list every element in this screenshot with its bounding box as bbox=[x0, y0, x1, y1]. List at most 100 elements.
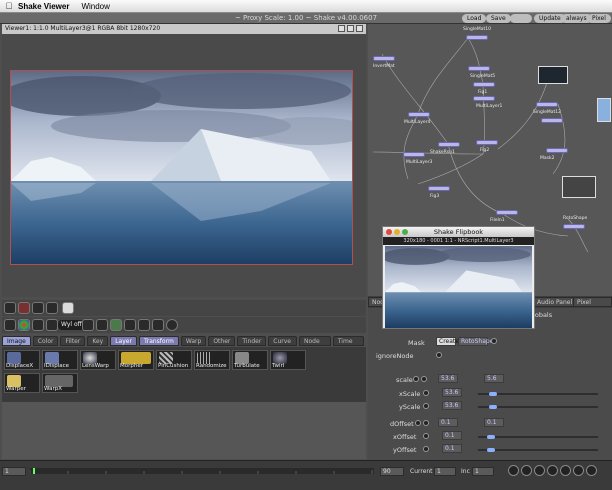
load-button[interactable]: Load bbox=[462, 14, 487, 23]
xoffset-value[interactable]: 0.1 bbox=[442, 431, 462, 440]
viewer-lock-icon[interactable] bbox=[338, 25, 345, 32]
graph-node[interactable] bbox=[563, 224, 585, 229]
tab-tinder[interactable]: Tinder bbox=[237, 336, 267, 346]
tab-image[interactable]: Image bbox=[2, 336, 31, 346]
pixel-button[interactable]: Pixel bbox=[587, 14, 611, 23]
graph-node[interactable] bbox=[541, 118, 563, 123]
tool-displacex[interactable]: DisplaceX bbox=[4, 350, 40, 370]
xscale-knob[interactable] bbox=[489, 392, 498, 396]
graph-node[interactable] bbox=[536, 102, 558, 107]
graph-node[interactable] bbox=[466, 35, 488, 40]
tab-node-view[interactable]: Node View bbox=[298, 336, 331, 354]
scale-value-2[interactable]: 5.6 bbox=[484, 374, 504, 383]
scale-curve-icon[interactable] bbox=[421, 376, 427, 382]
graph-node[interactable] bbox=[373, 56, 395, 61]
node-thumbnail[interactable] bbox=[538, 66, 568, 84]
yoffset-knob[interactable] bbox=[486, 448, 495, 452]
tab-audio-panel[interactable]: Audio Panel bbox=[533, 297, 577, 307]
xoffset-knob[interactable] bbox=[486, 435, 495, 439]
yscale-slider[interactable] bbox=[478, 405, 598, 409]
tab-filter[interactable]: Filter bbox=[60, 336, 86, 346]
xoffset-curve-icon[interactable] bbox=[423, 433, 429, 439]
timeline-start-field[interactable]: 1 bbox=[2, 467, 26, 476]
xscale-value[interactable]: 53.6 bbox=[442, 388, 462, 397]
flipbook-titlebar[interactable]: Shake Flipbook bbox=[383, 227, 534, 237]
close-icon[interactable] bbox=[386, 229, 392, 235]
menu-window[interactable]: Window bbox=[81, 2, 109, 11]
mask-create-button[interactable]: Create bbox=[436, 337, 459, 346]
step-forward-icon[interactable] bbox=[573, 465, 584, 476]
node-thumbnail[interactable] bbox=[562, 176, 596, 198]
tool-idisplace[interactable]: IDisplace bbox=[42, 350, 78, 370]
zoom-icon[interactable] bbox=[402, 229, 408, 235]
yoffset-value[interactable]: 0.1 bbox=[442, 444, 462, 453]
lut-icon[interactable] bbox=[46, 319, 58, 331]
yoffset-slider[interactable] bbox=[478, 448, 598, 452]
mask-clear-icon[interactable] bbox=[491, 338, 497, 344]
curve-icon[interactable] bbox=[510, 14, 532, 23]
capture-icon[interactable] bbox=[18, 302, 30, 314]
graph-node[interactable] bbox=[428, 186, 450, 191]
tool-warper[interactable]: Warper bbox=[4, 373, 40, 393]
tool-twirl[interactable]: Twirl bbox=[270, 350, 306, 370]
render-icon[interactable] bbox=[166, 319, 178, 331]
viewer-image[interactable] bbox=[10, 70, 353, 265]
scale-value[interactable]: 53.6 bbox=[438, 374, 458, 383]
mask-node-field[interactable]: RotoShape bbox=[458, 337, 493, 346]
rgb-channel-icon[interactable] bbox=[18, 319, 30, 331]
alpha-icon[interactable] bbox=[32, 319, 44, 331]
play-icon[interactable] bbox=[560, 465, 571, 476]
menu-app[interactable]: Shake Viewer bbox=[18, 2, 69, 11]
xscale-curve-icon[interactable] bbox=[423, 390, 429, 396]
yscale-value[interactable]: 53.6 bbox=[442, 401, 462, 410]
tab-layer[interactable]: Layer bbox=[110, 336, 137, 346]
tab-other[interactable]: Other bbox=[208, 336, 236, 346]
tab-pixel-analyzer[interactable]: Pixel Analyz bbox=[573, 297, 612, 316]
tab-color[interactable]: Color bbox=[32, 336, 59, 346]
flipbook-image[interactable] bbox=[385, 246, 532, 328]
wipe-off-button[interactable]: Wyl off bbox=[58, 320, 85, 330]
history-icon[interactable] bbox=[46, 302, 58, 314]
tool-lenswarp[interactable]: LensWarp bbox=[80, 350, 116, 370]
fit-icon[interactable] bbox=[96, 319, 108, 331]
graph-node[interactable] bbox=[408, 112, 430, 117]
tab-time-view[interactable]: Time View bbox=[332, 336, 364, 354]
minimize-icon[interactable] bbox=[394, 229, 400, 235]
stop-icon[interactable] bbox=[547, 465, 558, 476]
tool-morpher[interactable]: Morpher bbox=[118, 350, 154, 370]
graph-node[interactable] bbox=[403, 152, 425, 157]
region-icon[interactable] bbox=[124, 319, 136, 331]
tab-curve-editor[interactable]: Curve Ed bbox=[268, 336, 297, 354]
graph-node[interactable] bbox=[473, 96, 495, 101]
rewind-icon[interactable] bbox=[508, 465, 519, 476]
doffset-value[interactable]: 0.1 bbox=[438, 418, 458, 427]
xoffset-slider[interactable] bbox=[478, 435, 598, 439]
doffset-link-icon[interactable] bbox=[415, 420, 421, 426]
xscale-slider[interactable] bbox=[478, 392, 598, 396]
node-thumbnail[interactable] bbox=[597, 98, 611, 122]
yoffset-curve-icon[interactable] bbox=[423, 446, 429, 452]
bg-color-swatch[interactable] bbox=[62, 302, 74, 314]
play-back-icon[interactable] bbox=[534, 465, 545, 476]
yscale-curve-icon[interactable] bbox=[423, 403, 429, 409]
graph-node[interactable] bbox=[468, 66, 490, 71]
tab-transform[interactable]: Transform bbox=[138, 336, 179, 346]
graph-node[interactable] bbox=[438, 142, 460, 147]
grid-icon[interactable] bbox=[4, 302, 16, 314]
overlay-icon[interactable] bbox=[138, 319, 150, 331]
ignore-node-toggle[interactable] bbox=[436, 352, 442, 358]
tab-key[interactable]: Key bbox=[87, 336, 109, 346]
step-back-icon[interactable] bbox=[521, 465, 532, 476]
graph-node[interactable] bbox=[473, 82, 495, 87]
graph-node[interactable] bbox=[476, 140, 498, 145]
tool-warpx[interactable]: WarpX bbox=[42, 373, 78, 393]
flipbook-window[interactable]: Shake Flipbook 320x180 - 0001 1:1 - NRSc… bbox=[382, 226, 535, 329]
graph-node[interactable] bbox=[496, 210, 518, 215]
update-viewer-icon[interactable] bbox=[110, 319, 122, 331]
yscale-knob[interactable] bbox=[489, 405, 498, 409]
doffset-curve-icon[interactable] bbox=[423, 420, 429, 426]
save-button[interactable]: Save bbox=[486, 14, 511, 23]
viewer-close-icon[interactable] bbox=[356, 25, 363, 32]
current-frame-field[interactable]: 1 bbox=[434, 467, 456, 476]
apple-icon[interactable]:  bbox=[0, 1, 18, 11]
